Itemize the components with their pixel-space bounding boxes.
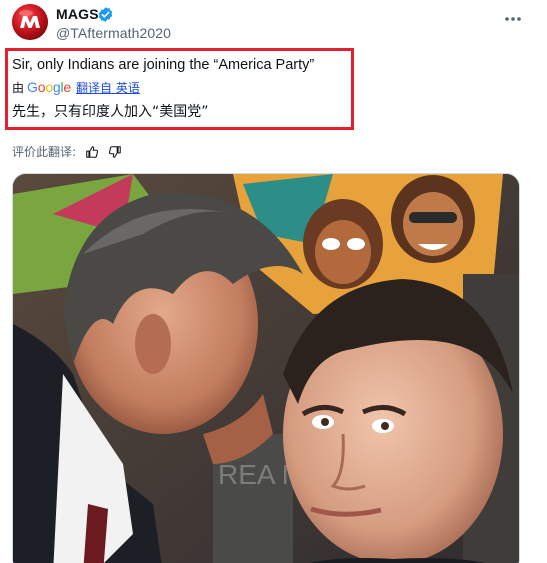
google-logo: Google xyxy=(27,79,72,95)
translated-from-link[interactable]: 翻译自 英语 xyxy=(76,79,140,96)
tweet-card: MAGS @TAftermath2020 Sir, only Indians a… xyxy=(0,0,547,563)
avatar-logo-icon xyxy=(12,4,48,40)
author-name[interactable]: MAGS xyxy=(56,6,99,22)
translation-attribution: 由 Google 翻译自 英语 xyxy=(12,79,140,96)
translated-by-prefix: 由 xyxy=(12,81,25,95)
tweet-media-image[interactable]: REA M xyxy=(12,173,520,563)
feedback-label: 评价此翻译: xyxy=(12,145,77,159)
more-options-icon[interactable] xyxy=(502,10,524,28)
avatar[interactable] xyxy=(12,4,48,40)
author-handle[interactable]: @TAftermath2020 xyxy=(56,25,171,41)
verified-badge-icon xyxy=(98,7,113,22)
tweet-text: Sir, only Indians are joining the “Ameri… xyxy=(12,57,315,73)
thumbs-up-icon[interactable] xyxy=(85,145,99,159)
photo-illustration: REA M xyxy=(13,174,519,563)
thumbs-down-icon[interactable] xyxy=(108,145,122,159)
translated-text: 先生，只有印度人加入“美国党” xyxy=(12,104,209,120)
translation-feedback: 评价此翻译: xyxy=(12,143,122,160)
